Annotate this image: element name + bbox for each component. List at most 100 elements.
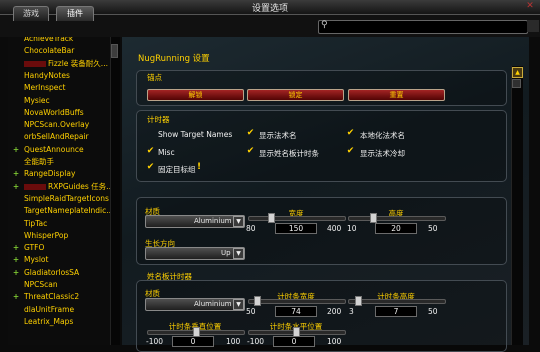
sidebar-item[interactable]: + RXPGuides 任务... — [8, 181, 110, 193]
option-localize-spell-name: 本地化法术名 — [360, 131, 405, 140]
option-fixed-target-group: 固定目标组 — [158, 165, 196, 174]
sidebar-item-label: dlaUnitFrame — [24, 304, 75, 314]
sidebar-item-label: AchieveTrack — [24, 37, 74, 43]
checkbox-show-spell-name[interactable]: ✔ — [246, 129, 255, 138]
sidebar-item[interactable]: 全能助手 — [8, 156, 110, 168]
sidebar-item-label: ThreatClassic2 — [24, 292, 80, 302]
lock-button[interactable]: 锁定 — [247, 89, 344, 101]
nameplate-height-input[interactable]: 7 — [375, 306, 417, 317]
content-scrollbar[interactable] — [511, 66, 523, 345]
expand-plus-icon[interactable]: + — [8, 291, 24, 303]
nameplate-height-slider[interactable] — [348, 299, 446, 304]
checkbox-localize-spell-name[interactable]: ✔ — [346, 129, 355, 138]
nameplate-texture-dropdown[interactable]: Aluminium ▼ — [145, 298, 245, 311]
sidebar-item[interactable]: WhisperPop — [8, 230, 110, 242]
sidebar-item[interactable]: + RangeDisplay — [8, 168, 110, 180]
sidebar-item-label: HandyNotes — [24, 70, 70, 80]
checkbox-fixed-target-group[interactable]: ✔ — [146, 163, 155, 172]
nameplate-width-max: 200 — [327, 307, 342, 316]
expand-plus-icon[interactable]: + — [8, 168, 24, 180]
chevron-down-icon[interactable]: ▼ — [233, 216, 244, 227]
addon-error-marker — [24, 183, 46, 190]
chevron-up-icon[interactable]: ▲ — [512, 67, 523, 78]
nameplate-horizontal-input[interactable]: 0 — [273, 336, 315, 347]
checkbox-show-target-names[interactable] — [146, 130, 155, 139]
sidebar-item[interactable]: + QuestAnnounce — [8, 144, 110, 156]
nameplate-height-min: 3 — [349, 307, 354, 316]
corner-decoration — [527, 20, 539, 32]
close-icon[interactable]: ✕ — [523, 1, 537, 12]
expand-plus-icon[interactable]: + — [8, 242, 24, 254]
sidebar-item[interactable]: NPCScan — [8, 279, 110, 291]
sidebar-item-label: TargetNameplateIndic... — [24, 206, 110, 216]
bar-texture-dropdown[interactable]: Aluminium ▼ — [145, 215, 245, 228]
bar-width-max: 400 — [327, 224, 342, 233]
sidebar-item[interactable]: orbSellAndRepair — [8, 131, 110, 143]
sidebar-item[interactable]: + GladiatorlosSA — [8, 267, 110, 279]
nameplate-width-input[interactable]: 74 — [275, 306, 317, 317]
sidebar-item[interactable]: SimpleRaidTargetIcons — [8, 193, 110, 205]
reset-button[interactable]: 重置 — [348, 89, 445, 101]
option-show-spell-name: 显示法术名 — [259, 131, 297, 140]
sidebar-item[interactable]: TargetNameplateIndic... — [8, 205, 110, 217]
sidebar-item[interactable]: + Myslot — [8, 254, 110, 266]
checkbox-misc[interactable]: ✔ — [146, 147, 155, 156]
sidebar-item-label: NPCScan — [24, 280, 58, 289]
bar-width-slider-thumb[interactable] — [268, 213, 275, 223]
sidebar-item[interactable]: Fizzle 装备耐久... — [8, 58, 110, 70]
sidebar-item[interactable]: AchieveTrack — [8, 37, 110, 45]
tab-games[interactable]: 游戏 — [13, 6, 49, 21]
sidebar-item-label: TipTac — [24, 218, 48, 228]
sidebar-scrollbar[interactable] — [110, 37, 120, 345]
sidebar-item[interactable]: MerInspect — [8, 82, 110, 94]
grow-direction-value: Up — [221, 249, 231, 257]
sidebar-item[interactable]: Mysiec — [8, 95, 110, 107]
nameplate-height-slider-thumb[interactable] — [355, 296, 362, 306]
timer-section-label: 计时器 — [147, 115, 170, 124]
search-input[interactable] — [318, 20, 528, 34]
expand-plus-icon[interactable]: + — [8, 267, 24, 279]
sidebar-item-label: Myslot — [24, 255, 49, 265]
sidebar-item[interactable]: NovaWorldBuffs — [8, 107, 110, 119]
bar-height-slider-thumb[interactable] — [370, 213, 377, 223]
grow-direction-dropdown[interactable]: Up ▼ — [145, 247, 245, 260]
sidebar-item[interactable]: dlaUnitFrame — [8, 304, 110, 316]
sidebar-item[interactable]: + ThreatClassic2 — [8, 291, 110, 303]
nameplate-vertical-input[interactable]: 0 — [172, 336, 214, 347]
sidebar-item[interactable]: Leatrix_Maps — [8, 316, 110, 328]
checkbox-show-cooldowns[interactable]: ✔ — [346, 147, 355, 156]
unlock-button[interactable]: 解锁 — [147, 89, 244, 101]
warning-icon: ! — [197, 162, 202, 172]
addon-error-marker — [24, 60, 46, 67]
addon-list: AchieveTrack ChocolateBar Fizzle 装备耐久... Ha… — [8, 37, 111, 345]
bar-width-input[interactable]: 150 — [275, 223, 317, 234]
sidebar-item[interactable]: + GTFO — [8, 242, 110, 254]
bar-height-min: 10 — [347, 224, 357, 233]
chevron-down-icon[interactable]: ▼ — [233, 248, 244, 259]
sidebar-item[interactable]: TipTac — [8, 218, 110, 230]
sidebar-item[interactable]: NPCScan.Overlay — [8, 119, 110, 131]
expand-plus-icon[interactable]: + — [8, 144, 24, 156]
bar-height-slider[interactable] — [348, 216, 446, 221]
sidebar-item-label: NPCScan.Overlay — [24, 120, 90, 130]
sidebar-item-label: QuestAnnounce — [24, 144, 84, 154]
bar-height-input[interactable]: 20 — [375, 223, 417, 234]
content-scroll-thumb[interactable] — [512, 79, 521, 88]
nameplate-texture-value: Aluminium — [194, 300, 232, 308]
nameplate-width-slider-thumb[interactable] — [254, 296, 261, 306]
bar-width-slider[interactable] — [248, 216, 346, 221]
sidebar-scroll-thumb[interactable] — [111, 44, 118, 58]
search-icon: ⚲ — [321, 20, 328, 30]
sidebar-item[interactable]: HandyNotes — [8, 70, 110, 82]
sidebar-item-label: ChocolateBar — [24, 46, 75, 56]
checkbox-nameplate-timers[interactable]: ✔ — [246, 147, 255, 156]
sidebar-item-label: GladiatorlosSA — [24, 267, 80, 277]
sidebar-item-label: Mysiec — [24, 95, 50, 105]
expand-plus-icon[interactable]: + — [8, 181, 24, 193]
nameplate-width-slider[interactable] — [248, 299, 346, 304]
chevron-down-icon[interactable]: ▼ — [233, 299, 244, 310]
tab-addons[interactable]: 插件 — [56, 6, 94, 21]
expand-plus-icon[interactable]: + — [8, 254, 24, 266]
sidebar-item[interactable]: ChocolateBar — [8, 45, 110, 57]
bar-texture-value: Aluminium — [194, 217, 232, 225]
